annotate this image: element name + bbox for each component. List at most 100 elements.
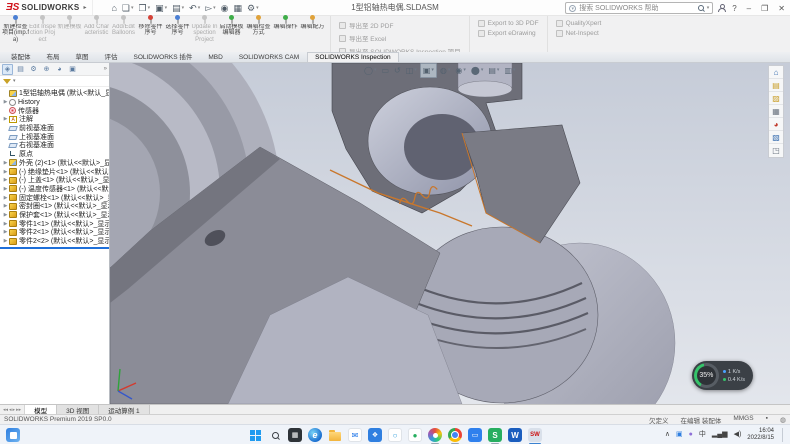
taskbar-clock[interactable]: 16:04 2022/8/15	[747, 428, 774, 442]
quick-access-button[interactable]: ▣▾	[153, 2, 169, 14]
dropdown-caret-icon[interactable]: ▾	[448, 64, 451, 77]
command-tab[interactable]: SOLIDWORKS CAM	[231, 52, 307, 62]
inspection-tab[interactable]: ▣	[67, 64, 78, 75]
ribbon-button[interactable]: Add Characteristic	[83, 16, 110, 52]
chrome-icon[interactable]	[448, 428, 462, 442]
tree-item[interactable]: 传感器	[2, 106, 109, 115]
command-tab[interactable]: 草图	[68, 49, 97, 62]
filter-dropdown-caret-icon[interactable]: ▾	[13, 78, 16, 84]
tree-item[interactable]: ▶ 固定螺栓<1> (默认<<默认>_显示状	[2, 193, 109, 202]
tree-item[interactable]: ▶ History	[2, 98, 109, 107]
graphics-viewport[interactable]: ◯▾ ▭ ↺ ◫▾ ▣▾ ◍▾ ◉▾ ⬤▾ ▤▾ ▥▾	[110, 63, 790, 404]
ribbon-button[interactable]: 启动模板编辑器	[218, 16, 245, 52]
command-tab[interactable]: MBD	[200, 52, 230, 62]
ribbon-button[interactable]: 选择零件序号	[164, 16, 191, 52]
expand-arrow-icon[interactable]: ▶	[2, 177, 9, 183]
tree-item[interactable]: 上视基准面	[2, 132, 109, 141]
tree-item[interactable]: ▶ 注解	[2, 115, 109, 124]
status-globe-icon[interactable]: ◍	[780, 416, 786, 424]
expand-arrow-icon[interactable]: ▶	[2, 221, 9, 227]
expand-arrow-icon[interactable]: ▶	[2, 169, 9, 175]
hidden-icons-chevron[interactable]: ∧	[665, 430, 670, 440]
command-tab[interactable]: SOLIDWORKS 插件	[126, 49, 201, 62]
quick-access-button[interactable]: ↶▾	[187, 2, 202, 14]
help-button[interactable]: ?	[729, 4, 739, 13]
custom-properties-icon[interactable]: ▧	[769, 131, 783, 144]
expand-arrow-icon[interactable]: ▶	[2, 116, 9, 122]
login-icon[interactable]	[717, 4, 725, 12]
command-tab[interactable]: 装配体	[3, 49, 39, 62]
dropdown-caret-icon[interactable]: ▾	[374, 64, 377, 77]
section-view-icon[interactable]: ◫▾	[404, 64, 419, 77]
dropdown-caret-icon[interactable]: ▾	[414, 64, 417, 77]
task-view-button[interactable]: ▦	[288, 428, 302, 442]
tree-item[interactable]: 右视基准面	[2, 141, 109, 150]
3d-model[interactable]	[110, 63, 790, 404]
network-tray-icon[interactable]: ▂▄▆	[712, 430, 728, 440]
pinwheel-app-icon[interactable]	[428, 428, 442, 442]
dropdown-caret-icon[interactable]: ▾	[481, 64, 484, 77]
ribbon-button[interactable]: Add/Edit Balloons	[110, 16, 137, 52]
search-button[interactable]	[268, 428, 282, 442]
view-settings-icon[interactable]: ▥▾	[502, 64, 517, 77]
ribbon-button[interactable]: 新建模板	[56, 16, 83, 52]
tree-item[interactable]: 前视基准面	[2, 124, 109, 133]
quick-access-button[interactable]: ❐▾	[137, 2, 153, 14]
performance-float-widget[interactable]: 35% 1 K/s 0.4 K/s	[692, 361, 753, 390]
search-dropdown-caret-icon[interactable]: ▾	[707, 5, 710, 11]
minimize-button[interactable]: –	[744, 4, 754, 13]
zoom-fit-icon[interactable]: ◯▾	[362, 64, 378, 77]
expand-arrow-icon[interactable]: ▶	[2, 160, 9, 166]
tree-item[interactable]: 原点	[2, 150, 109, 159]
start-button[interactable]	[248, 428, 262, 442]
search-input[interactable]: 搜索 SOLIDWORKS 帮助	[579, 3, 694, 13]
propertymanager-tab[interactable]: ▤	[15, 64, 26, 75]
dropdown-caret-icon[interactable]: ▾	[256, 3, 259, 13]
store-icon[interactable]: ❖	[368, 428, 382, 442]
panel-flyout-chevron-icon[interactable]: »	[104, 66, 107, 72]
pack-and-go-icon[interactable]: ◳	[769, 144, 783, 157]
view-palette-icon[interactable]: ▦	[769, 105, 783, 118]
displaymanager-tab[interactable]: ◕	[54, 64, 65, 75]
dropdown-caret-icon[interactable]: ▾	[182, 3, 185, 13]
quick-access-button[interactable]: ▻▾	[203, 2, 217, 14]
tab-scroll-arrow-icon[interactable]: ▸▸	[16, 407, 21, 413]
wps-app-icon[interactable]: S	[488, 428, 502, 442]
export-menu-item[interactable]: 导出至 2D PDF	[339, 20, 461, 30]
hide-show-items-icon[interactable]: ◉▾	[453, 64, 468, 77]
view-tab[interactable]: 模型	[25, 405, 57, 414]
tree-item[interactable]: ▶ 保护套<1> (默认<<默认>_显示状	[2, 211, 109, 220]
quick-access-button[interactable]: ◉	[219, 2, 231, 14]
export-menu-item[interactable]: QualityXpert	[556, 20, 602, 27]
tree-item[interactable]: ▶ 零件2<2> (默认<<默认>_显示状态	[2, 237, 109, 245]
dimxpertmanager-tab[interactable]: ⊕	[41, 64, 52, 75]
search-scope-icon[interactable]: ▾	[569, 5, 576, 12]
expand-arrow-icon[interactable]: ▶	[2, 238, 9, 244]
expand-arrow-icon[interactable]: ▶	[2, 212, 9, 218]
appearances-icon[interactable]: ◕	[769, 118, 783, 131]
dropdown-caret-icon[interactable]: ▾	[431, 64, 434, 77]
quick-access-button[interactable]: ⌂	[109, 2, 118, 14]
search-icon[interactable]	[698, 5, 704, 11]
show-desktop-button[interactable]	[782, 428, 784, 442]
expand-arrow-icon[interactable]: ▶	[2, 229, 9, 235]
quick-access-button[interactable]: ▦	[232, 2, 245, 14]
tree-item[interactable]: ▶ 外壳 (2)<1> (默认<<默认>_显示状	[2, 159, 109, 168]
solidworks-app-icon[interactable]: SW	[528, 428, 542, 442]
menu-flyout-arrow-icon[interactable]: ▸	[83, 4, 86, 11]
tree-item[interactable]: ▶ 零件2<1> (默认<<默认>_显示状态	[2, 228, 109, 237]
dropdown-caret-icon[interactable]: ▾	[165, 3, 168, 13]
cloud-app-icon[interactable]: ○	[388, 428, 402, 442]
word-app-icon[interactable]: W	[508, 428, 522, 442]
edit-appearance-icon[interactable]: ⬤▾	[469, 64, 485, 77]
restore-button[interactable]: ❐	[758, 4, 771, 13]
ribbon-button[interactable]: 新建检查项目(imp.fa)	[2, 16, 29, 52]
command-tab[interactable]: 布局	[39, 49, 68, 62]
expand-arrow-icon[interactable]: ▶	[2, 203, 9, 209]
export-menu-item[interactable]: 导出至 Excel	[339, 33, 461, 43]
display-style-icon[interactable]: ◍▾	[438, 64, 453, 77]
ribbon-button[interactable]: 编辑操作	[272, 16, 299, 52]
ribbon-button[interactable]: 移除零件序号	[137, 16, 164, 52]
export-menu-item[interactable]: Export eDrawing	[478, 30, 539, 37]
quick-access-button[interactable]: ❏▾	[120, 2, 136, 14]
